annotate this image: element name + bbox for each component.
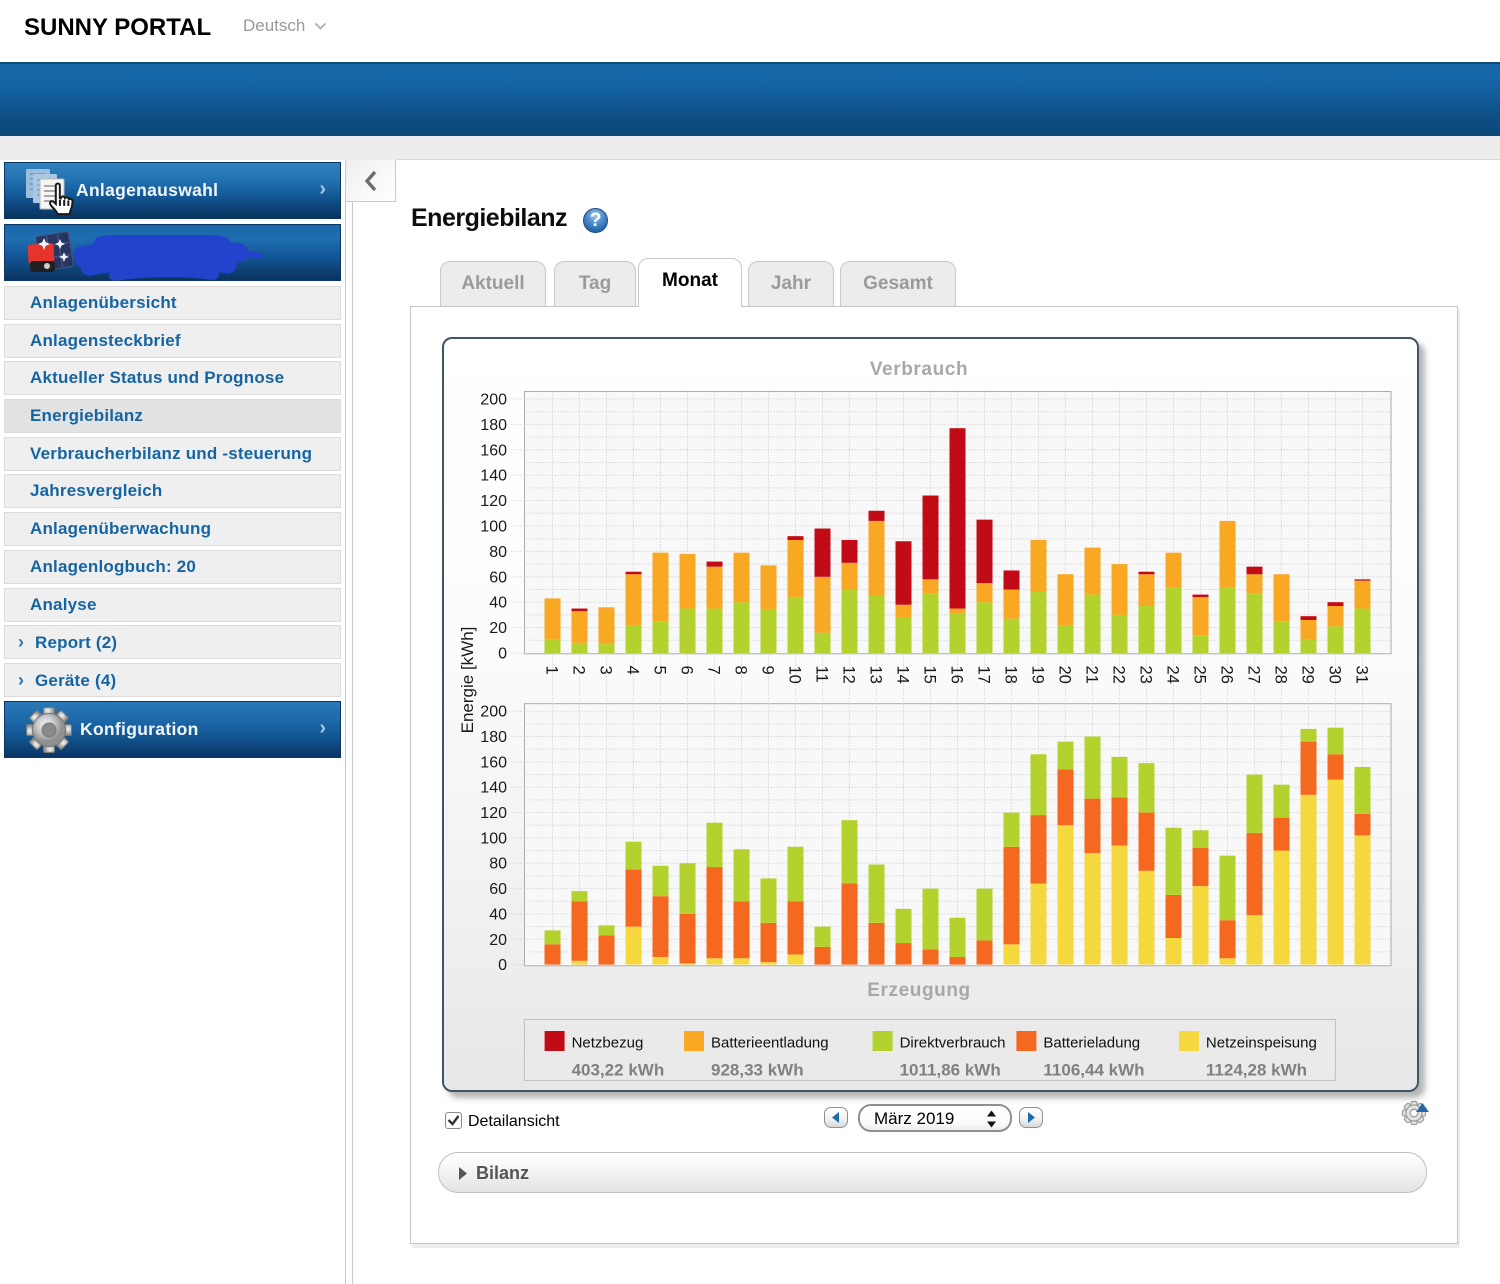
svg-text:140: 140 [480, 468, 507, 485]
svg-text:17: 17 [975, 666, 993, 684]
svg-text:26: 26 [1218, 666, 1236, 684]
svg-text:30: 30 [1326, 666, 1344, 684]
svg-text:60: 60 [489, 569, 507, 586]
svg-text:1: 1 [543, 666, 561, 675]
svg-text:31: 31 [1353, 666, 1371, 684]
svg-text:4: 4 [624, 666, 642, 675]
svg-text:200: 200 [480, 392, 507, 409]
svg-text:100: 100 [480, 830, 507, 847]
svg-text:8: 8 [732, 666, 750, 675]
svg-text:20: 20 [489, 620, 507, 637]
svg-text:24: 24 [1164, 666, 1182, 684]
svg-text:20: 20 [489, 932, 507, 949]
svg-text:13: 13 [867, 666, 885, 684]
svg-text:27: 27 [1245, 666, 1263, 684]
svg-text:60: 60 [489, 881, 507, 898]
svg-text:2: 2 [570, 666, 588, 675]
svg-text:200: 200 [480, 704, 507, 721]
svg-text:160: 160 [480, 754, 507, 771]
svg-text:23: 23 [1137, 666, 1155, 684]
svg-text:80: 80 [489, 856, 507, 873]
svg-text:1106,44 kWh: 1106,44 kWh [1043, 1061, 1144, 1080]
svg-text:0: 0 [498, 957, 507, 974]
svg-text:40: 40 [489, 595, 507, 612]
svg-text:22: 22 [1110, 666, 1128, 684]
svg-text:140: 140 [480, 780, 507, 797]
svg-text:12: 12 [840, 666, 858, 684]
svg-text:120: 120 [480, 493, 507, 510]
svg-text:80: 80 [489, 544, 507, 561]
svg-text:Energie [kWh]: Energie [kWh] [458, 627, 477, 734]
svg-text:1011,86 kWh: 1011,86 kWh [900, 1061, 1001, 1080]
svg-text:180: 180 [480, 417, 507, 434]
svg-text:20: 20 [1056, 666, 1074, 684]
svg-text:0: 0 [498, 646, 507, 663]
svg-text:14: 14 [894, 666, 912, 684]
svg-text:25: 25 [1191, 666, 1209, 684]
svg-text:928,33 kWh: 928,33 kWh [711, 1061, 804, 1080]
svg-text:160: 160 [480, 442, 507, 459]
svg-text:3: 3 [597, 666, 615, 675]
svg-text:Batterieentladung: Batterieentladung [711, 1035, 829, 1052]
svg-text:16: 16 [948, 666, 966, 684]
svg-text:Erzeugung: Erzeugung [867, 980, 971, 1001]
svg-text:18: 18 [1002, 666, 1020, 684]
svg-text:120: 120 [480, 805, 507, 822]
svg-text:5: 5 [651, 666, 669, 675]
svg-text:21: 21 [1083, 666, 1101, 684]
svg-text:28: 28 [1272, 666, 1290, 684]
svg-text:Batterieladung: Batterieladung [1043, 1035, 1140, 1052]
svg-text:9: 9 [759, 666, 777, 675]
svg-text:19: 19 [1029, 666, 1047, 684]
svg-text:Verbrauch: Verbrauch [870, 359, 968, 380]
svg-text:11: 11 [813, 666, 831, 683]
svg-text:29: 29 [1299, 666, 1317, 684]
svg-text:Netzeinspeisung: Netzeinspeisung [1206, 1035, 1317, 1052]
svg-text:40: 40 [489, 906, 507, 923]
svg-text:15: 15 [921, 666, 939, 684]
svg-text:6: 6 [678, 666, 696, 675]
svg-text:7: 7 [705, 666, 723, 675]
svg-text:180: 180 [480, 729, 507, 746]
svg-text:Netzbezug: Netzbezug [572, 1035, 644, 1052]
svg-text:Direktverbrauch: Direktverbrauch [900, 1035, 1006, 1052]
svg-text:10: 10 [786, 666, 804, 684]
svg-text:100: 100 [480, 519, 507, 536]
svg-text:1124,28 kWh: 1124,28 kWh [1206, 1061, 1307, 1080]
svg-text:403,22 kWh: 403,22 kWh [572, 1061, 665, 1080]
